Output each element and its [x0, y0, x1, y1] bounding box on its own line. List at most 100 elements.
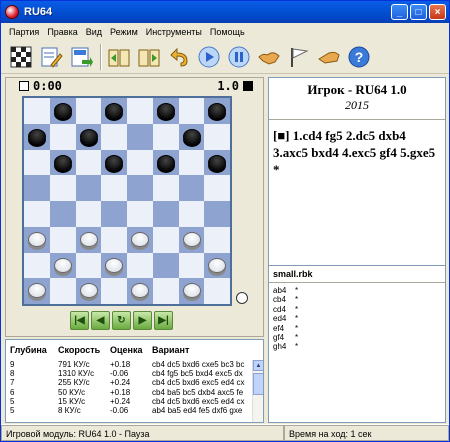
white-checker[interactable] — [208, 257, 227, 273]
board-square[interactable] — [204, 123, 230, 150]
board-square[interactable] — [49, 252, 76, 279]
board-square[interactable] — [152, 123, 179, 150]
book-entry[interactable]: ed4 * — [273, 314, 441, 323]
board-square[interactable] — [24, 226, 50, 253]
open-book-button[interactable] — [105, 43, 132, 70]
maximize-button[interactable]: □ — [410, 4, 427, 20]
score-header[interactable]: Оценка — [110, 345, 152, 355]
analysis-row[interactable]: 7 255 КУ/с +0.24 cb4 dc5 bxd6 exc5 ed4 cx — [6, 378, 263, 387]
board-square[interactable] — [101, 201, 127, 227]
board-square[interactable] — [49, 201, 76, 227]
minimize-button[interactable]: _ — [391, 4, 408, 20]
board-square[interactable] — [49, 226, 76, 253]
undo-button[interactable] — [165, 43, 192, 70]
board-square[interactable] — [204, 252, 230, 279]
scroll-thumb[interactable] — [253, 373, 263, 395]
board-square[interactable] — [127, 226, 153, 253]
board-square[interactable] — [204, 278, 230, 304]
black-checker[interactable] — [105, 103, 124, 118]
board-square[interactable] — [152, 278, 179, 304]
board-square[interactable] — [75, 226, 102, 253]
book-entry[interactable]: ab4 * — [273, 286, 441, 295]
flip-board-button[interactable]: ↻ — [112, 311, 131, 330]
menu-view[interactable]: Вид — [82, 27, 106, 37]
board-square[interactable] — [101, 278, 127, 304]
board-square[interactable] — [178, 98, 205, 124]
black-checker[interactable] — [208, 154, 227, 170]
menu-mode[interactable]: Режим — [106, 27, 142, 37]
book-entry[interactable]: cd4 * — [273, 305, 441, 314]
board-square[interactable] — [127, 175, 153, 201]
board-square[interactable] — [75, 98, 102, 124]
board-square[interactable] — [178, 226, 205, 253]
accept-button[interactable] — [315, 43, 342, 70]
variant-header[interactable]: Вариант — [152, 345, 256, 355]
board-square[interactable] — [178, 201, 205, 227]
board-square[interactable] — [24, 252, 50, 279]
board-square[interactable] — [49, 98, 76, 124]
board-square[interactable] — [101, 175, 127, 201]
book-entry[interactable]: gf4 * — [273, 333, 441, 342]
board-square[interactable] — [178, 278, 205, 304]
white-checker[interactable] — [28, 231, 46, 247]
board-square[interactable] — [178, 252, 205, 279]
help-button[interactable]: ? — [345, 43, 372, 70]
book-entry[interactable]: gh4 * — [273, 342, 441, 351]
board-square[interactable] — [101, 149, 127, 176]
book-button[interactable] — [135, 43, 162, 70]
white-checker[interactable] — [105, 257, 124, 273]
board-square[interactable] — [152, 201, 179, 227]
black-checker[interactable] — [182, 128, 201, 144]
resign-button[interactable] — [285, 43, 312, 70]
analysis-row[interactable]: 5 15 КУ/с +0.24 cb4 dc5 bxd6 exc5 ed4 cx — [6, 397, 263, 406]
white-checker[interactable] — [79, 283, 98, 299]
book-entry[interactable]: ef4 * — [273, 324, 441, 333]
analysis-row[interactable]: 9 791 КУ/с +0.18 cb4 dc5 bxd6 cxe5 bc3 bc — [6, 360, 263, 369]
board-square[interactable] — [101, 226, 127, 253]
book-entry[interactable]: cb4 * — [273, 295, 441, 304]
black-checker[interactable] — [156, 154, 175, 170]
black-checker[interactable] — [208, 103, 227, 118]
save-button[interactable] — [67, 43, 94, 70]
menu-game[interactable]: Партия — [5, 27, 43, 37]
board-square[interactable] — [152, 149, 179, 176]
menu-help[interactable]: Помощь — [206, 27, 249, 37]
board-square[interactable] — [204, 201, 230, 227]
board-square[interactable] — [101, 98, 127, 124]
analysis-row[interactable]: 5 8 КУ/с -0.06 ab4 ba5 ed4 fe5 dxf6 gxe — [6, 406, 263, 415]
board-square[interactable] — [24, 98, 50, 124]
board-square[interactable] — [24, 201, 50, 227]
board-square[interactable] — [178, 149, 205, 176]
close-button[interactable]: × — [429, 4, 446, 20]
menu-edit[interactable]: Правка — [43, 27, 81, 37]
board-square[interactable] — [127, 98, 153, 124]
board-square[interactable] — [49, 175, 76, 201]
prev-move-button[interactable]: ◀ — [91, 311, 110, 330]
board-square[interactable] — [101, 123, 127, 150]
next-move-button[interactable]: ▶ — [133, 311, 152, 330]
black-checker[interactable] — [28, 128, 46, 144]
analysis-row[interactable]: 8 1310 КУ/с -0.06 cb4 fg5 bc5 bxd4 exc5 dx — [6, 369, 263, 378]
board-square[interactable] — [152, 175, 179, 201]
board-square[interactable] — [127, 201, 153, 227]
board-square[interactable] — [75, 175, 102, 201]
white-checker[interactable] — [182, 231, 201, 247]
scroll-up-icon[interactable]: ▲ — [253, 360, 263, 371]
board-square[interactable] — [178, 175, 205, 201]
white-checker[interactable] — [131, 231, 149, 247]
board-square[interactable] — [101, 252, 127, 279]
black-checker[interactable] — [105, 154, 124, 170]
black-checker[interactable] — [53, 154, 72, 170]
black-checker[interactable] — [53, 103, 72, 118]
board-square[interactable] — [127, 123, 153, 150]
board-square[interactable] — [75, 149, 102, 176]
depth-header[interactable]: Глубина — [10, 345, 58, 355]
first-move-button[interactable]: |◀ — [70, 311, 89, 330]
board-square[interactable] — [204, 226, 230, 253]
board-square[interactable] — [24, 149, 50, 176]
black-checker[interactable] — [156, 103, 175, 118]
speed-header[interactable]: Скорость — [58, 345, 110, 355]
board-square[interactable] — [24, 278, 50, 304]
white-checker[interactable] — [131, 283, 149, 299]
last-move-button[interactable]: ▶| — [154, 311, 173, 330]
